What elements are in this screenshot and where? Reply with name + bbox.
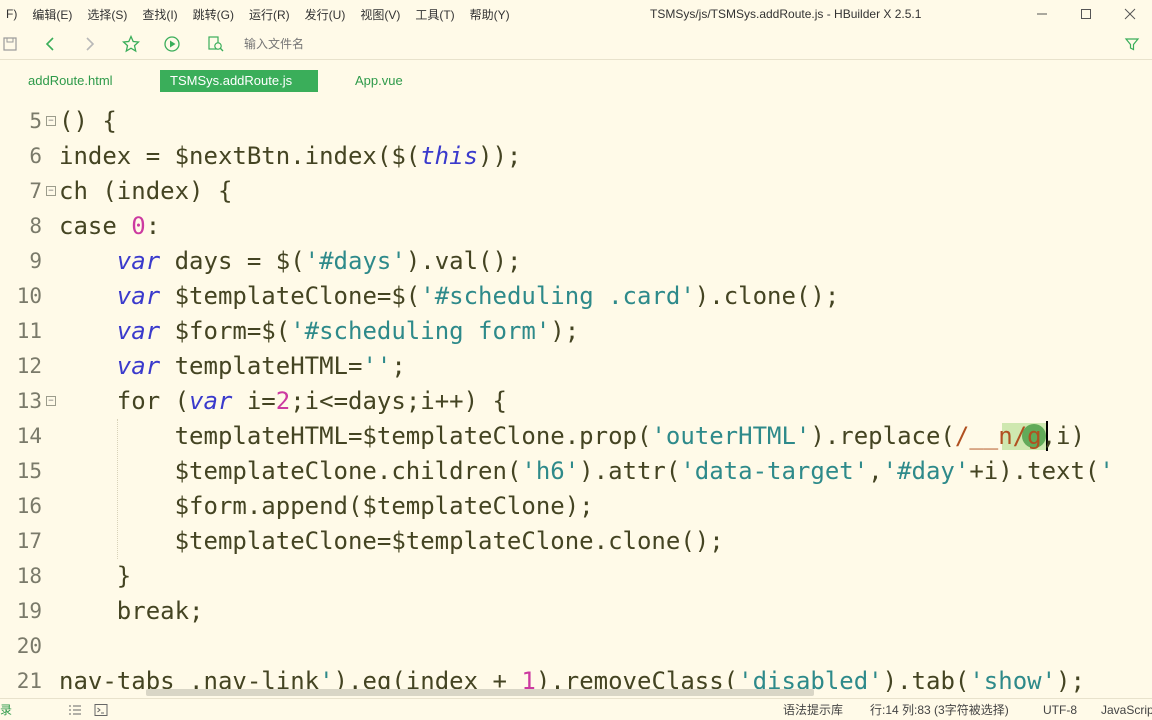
code-area[interactable]: () { index = $nextBtn.index($(this)); ch… <box>59 103 1152 698</box>
fold-toggle-icon[interactable]: − <box>46 116 56 126</box>
tab-addroute-html[interactable]: addRoute.html <box>18 70 123 92</box>
code-line: var $templateClone=$('#scheduling .card'… <box>116 282 840 310</box>
cursor-position[interactable]: 行:14 列:83 (3字符被选择) <box>870 699 1009 720</box>
menu-goto[interactable]: 跳转(G) <box>185 6 241 23</box>
window-controls <box>1020 0 1152 28</box>
menu-publish[interactable]: 发行(U) <box>297 6 353 23</box>
maximize-icon[interactable] <box>1064 0 1108 28</box>
fold-toggle-icon[interactable]: − <box>46 186 56 196</box>
filter-icon[interactable] <box>1122 34 1142 54</box>
line-number: 17 <box>16 529 42 553</box>
menu-edit[interactable]: 编辑(E) <box>24 6 79 23</box>
line-number: 13 <box>16 389 42 413</box>
menu-select[interactable]: 选择(S) <box>79 6 134 23</box>
fold-toggle-icon[interactable]: − <box>46 396 56 406</box>
line-number: 15 <box>16 459 42 483</box>
menu-run[interactable]: 运行(R) <box>241 6 297 23</box>
code-line: $form.append($templateClone); <box>59 492 594 520</box>
menu-tools[interactable]: 工具(T) <box>407 6 461 23</box>
code-line: var templateHTML=''; <box>116 352 406 380</box>
line-number: 6 <box>29 144 42 168</box>
line-number: 7 <box>29 179 42 203</box>
code-line: () { <box>59 107 117 135</box>
code-line: templateHTML=$templateClone.prop('outerH… <box>59 422 1085 450</box>
close-icon[interactable] <box>1108 0 1152 28</box>
line-number: 9 <box>29 249 42 273</box>
file-search-icon[interactable] <box>206 34 226 54</box>
forward-icon[interactable] <box>80 34 100 54</box>
back-icon[interactable] <box>40 34 60 54</box>
code-line: index = $nextBtn.index($(this)); <box>59 142 522 170</box>
menu-list: F) 编辑(E) 选择(S) 查找(I) 跳转(G) 运行(R) 发行(U) 视… <box>0 0 517 28</box>
menu-bar: F) 编辑(E) 选择(S) 查找(I) 跳转(G) 运行(R) 发行(U) 视… <box>0 0 1152 28</box>
run-icon[interactable] <box>162 34 182 54</box>
tab-bar: addRoute.html TSMSys.addRoute.js App.vue <box>0 60 1152 100</box>
code-line: for (var i=2;i<=days;i++) { <box>59 387 507 415</box>
code-line: $templateClone=$templateClone.clone(); <box>59 527 724 555</box>
minimize-icon[interactable] <box>1020 0 1064 28</box>
window-title: TSMSys/js/TSMSys.addRoute.js - HBuilder … <box>650 7 922 21</box>
star-icon[interactable] <box>121 34 141 54</box>
line-number: 12 <box>16 354 42 378</box>
file-search-input[interactable] <box>244 34 1104 54</box>
language-mode[interactable]: JavaScript <box>1101 699 1152 720</box>
line-number: 18 <box>16 564 42 588</box>
syntax-hint-library[interactable]: 语法提示库 <box>783 699 843 720</box>
tab-tsmsys-addroute-js[interactable]: TSMSys.addRoute.js <box>160 70 318 92</box>
code-line: $templateClone.children('h6').attr('data… <box>59 457 1114 485</box>
menu-find[interactable]: 查找(I) <box>134 6 184 23</box>
horizontal-scrollbar[interactable] <box>146 689 814 696</box>
line-number: 20 <box>16 634 42 658</box>
line-number-gutter: 5 6 7 8 9 10 11 12 13 14 15 16 17 18 19 … <box>0 103 58 698</box>
menu-file[interactable]: F) <box>0 7 24 21</box>
tab-app-vue[interactable]: App.vue <box>345 70 413 92</box>
save-icon[interactable] <box>0 34 20 54</box>
line-number: 16 <box>16 494 42 518</box>
file-encoding[interactable]: UTF-8 <box>1043 699 1077 720</box>
line-number: 19 <box>16 599 42 623</box>
line-number: 11 <box>16 319 42 343</box>
status-bar: 录 语法提示库 行:14 列:83 (3字符被选择) UTF-8 JavaScr… <box>0 698 1152 720</box>
toolbar <box>0 28 1152 60</box>
menu-help[interactable]: 帮助(Y) <box>462 6 517 23</box>
code-editor[interactable]: 5 6 7 8 9 10 11 12 13 14 15 16 17 18 19 … <box>0 103 1152 698</box>
code-line: ch (index) { <box>59 177 233 205</box>
menu-view[interactable]: 视图(V) <box>352 6 407 23</box>
line-number: 10 <box>16 284 42 308</box>
line-number: 8 <box>29 214 42 238</box>
status-left-label[interactable]: 录 <box>0 699 12 720</box>
line-number: 5 <box>29 109 42 133</box>
line-number: 21 <box>16 669 42 693</box>
code-line: case 0: <box>59 212 161 240</box>
terminal-icon[interactable] <box>94 702 108 718</box>
code-line: var days = $('#days').val(); <box>116 247 522 275</box>
line-number: 14 <box>16 424 42 448</box>
list-icon[interactable] <box>68 702 82 718</box>
code-line: } <box>59 562 132 590</box>
code-line: break; <box>59 597 204 625</box>
code-line: var $form=$('#scheduling form'); <box>116 317 580 345</box>
